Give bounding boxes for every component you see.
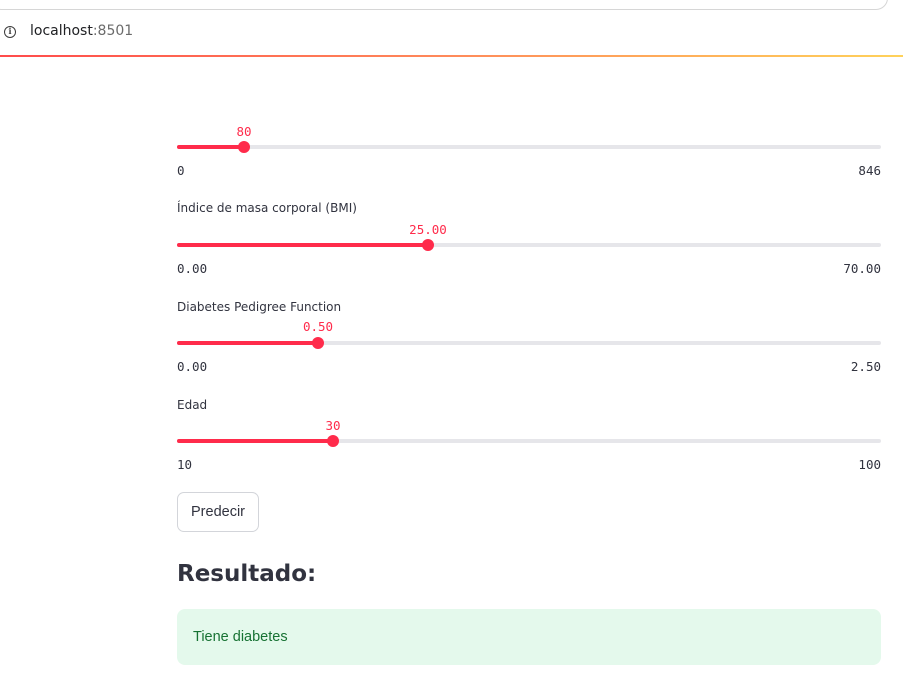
slider-edad: Edad 30 10 100 (177, 398, 881, 478)
slider-fill (177, 439, 333, 443)
slider-thumb[interactable] (238, 141, 250, 153)
slider-label: Edad (177, 398, 208, 412)
url-text[interactable]: localhost:8501 (30, 23, 133, 39)
result-message: Tiene diabetes (193, 629, 288, 645)
slider-pedigree: Diabetes Pedigree Function 0.50 0.00 2.5… (177, 300, 881, 380)
slider-label: Diabetes Pedigree Function (177, 300, 342, 314)
slider-track[interactable] (177, 337, 881, 349)
slider-value: 30 (325, 418, 341, 433)
slider-bmi: Índice de masa corporal (BMI) 25.00 0.00… (177, 201, 881, 281)
slider-max-label: 100 (858, 457, 881, 472)
address-bar[interactable]: i localhost:8501 (0, 12, 903, 54)
slider-min-label: 0 (177, 163, 185, 178)
slider-insulin: 80 0 846 (177, 121, 881, 181)
slider-min-label: 10 (177, 457, 193, 472)
slider-track[interactable] (177, 239, 881, 251)
slider-value: 80 (236, 124, 252, 139)
predict-button[interactable]: Predecir (177, 492, 259, 532)
slider-fill (177, 341, 318, 345)
result-heading: Resultado: (177, 561, 317, 587)
slider-min-label: 0.00 (177, 359, 208, 374)
slider-fill (177, 243, 428, 247)
slider-track[interactable] (177, 141, 881, 153)
slider-label: Índice de masa corporal (BMI) (177, 201, 357, 215)
slider-fill (177, 145, 244, 149)
slider-track[interactable] (177, 435, 881, 447)
slider-min-label: 0.00 (177, 261, 208, 276)
slider-value: 25.00 (409, 222, 447, 237)
url-port: :8501 (92, 23, 134, 39)
slider-value: 0.50 (302, 319, 334, 334)
slider-thumb[interactable] (422, 239, 434, 251)
slider-thumb[interactable] (327, 435, 339, 447)
slider-max-label: 846 (858, 163, 881, 178)
info-icon[interactable]: i (4, 26, 16, 38)
slider-thumb[interactable] (312, 337, 324, 349)
slider-max-label: 70.00 (843, 261, 881, 276)
result-alert: Tiene diabetes (177, 609, 881, 665)
browser-tab[interactable] (0, 0, 888, 10)
header-decoration (0, 55, 903, 57)
url-host: localhost (30, 23, 93, 39)
browser-tab-strip (0, 0, 903, 12)
slider-max-label: 2.50 (850, 359, 881, 374)
